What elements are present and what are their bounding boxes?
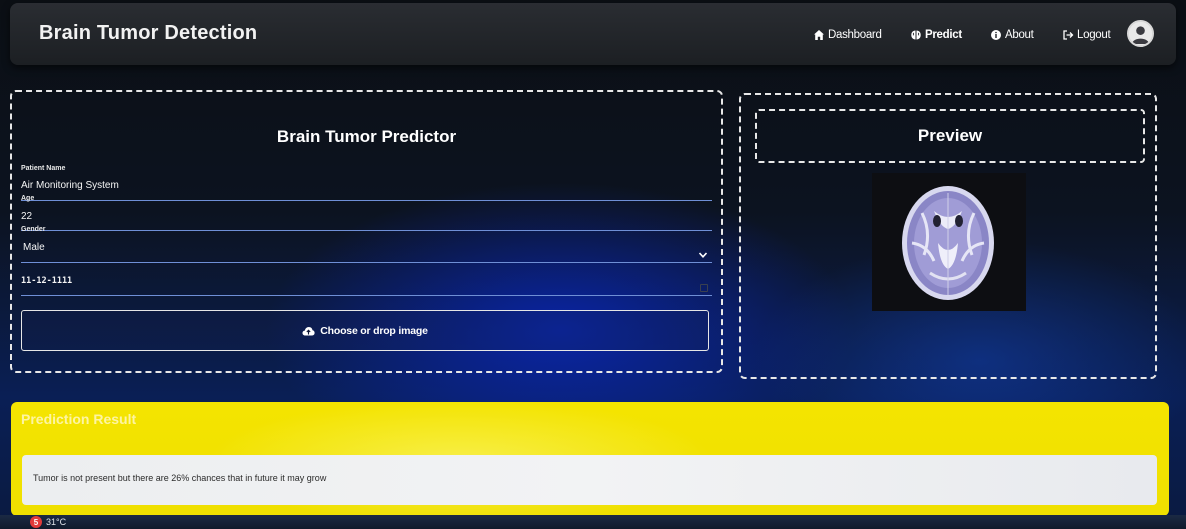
logout-icon <box>1063 30 1074 40</box>
nav-predict[interactable]: Predict <box>910 27 962 43</box>
gender-select[interactable]: Male <box>23 242 45 253</box>
age-input[interactable]: 22 <box>21 211 32 222</box>
gender-label: Gender <box>21 226 46 233</box>
gender-underline <box>21 262 712 263</box>
patient-name-input[interactable]: Air Monitoring System <box>21 180 119 191</box>
result-title: Prediction Result <box>21 411 137 427</box>
app-screen: Brain Tumor Detection Dashboard Predict … <box>0 0 1186 529</box>
chevron-down-icon[interactable] <box>698 250 708 260</box>
patient-name-underline <box>21 200 712 201</box>
result-message-box: Tumor is not present but there are 26% c… <box>22 455 1157 505</box>
brain-icon <box>911 30 921 40</box>
info-icon <box>991 30 1001 40</box>
age-label: Age <box>21 195 35 202</box>
prediction-result-card: Prediction Result Tumor is not present b… <box>11 402 1169 516</box>
predictor-form-card: Brain Tumor Predictor Patient Name Air M… <box>10 90 723 373</box>
upload-button-label: Choose or drop image <box>320 324 428 337</box>
user-avatar-icon[interactable] <box>1127 20 1154 47</box>
weather-badge[interactable]: 5 <box>30 516 42 528</box>
nav-logout[interactable]: Logout <box>1062 27 1111 43</box>
age-underline <box>21 230 712 231</box>
nav-dashboard-label: Dashboard <box>828 29 882 41</box>
preview-card: Preview <box>739 93 1157 379</box>
brand-title: Brain Tumor Detection <box>39 22 258 44</box>
date-underline <box>21 295 712 296</box>
result-message: Tumor is not present but there are 26% c… <box>33 473 327 483</box>
nav-dashboard[interactable]: Dashboard <box>813 27 882 43</box>
nav-predict-label: Predict <box>925 29 962 41</box>
os-taskbar: 5 31°C <box>0 515 1186 529</box>
preview-title: Preview <box>755 109 1145 163</box>
nav-logout-label: Logout <box>1077 29 1111 41</box>
navbar: Brain Tumor Detection Dashboard Predict … <box>10 3 1176 65</box>
home-icon <box>814 30 824 40</box>
calendar-icon[interactable] <box>700 284 708 292</box>
nav-about[interactable]: About <box>990 27 1034 43</box>
mri-preview-image <box>872 173 1026 311</box>
form-title: Brain Tumor Predictor <box>276 127 457 146</box>
nav-about-label: About <box>1005 29 1034 41</box>
patient-name-label: Patient Name <box>21 165 66 172</box>
upload-image-button[interactable]: Choose or drop image <box>21 310 709 351</box>
temperature-readout[interactable]: 31°C <box>46 517 66 527</box>
date-input[interactable]: 11-12-1111 <box>21 276 72 286</box>
cloud-upload-icon <box>302 326 315 335</box>
